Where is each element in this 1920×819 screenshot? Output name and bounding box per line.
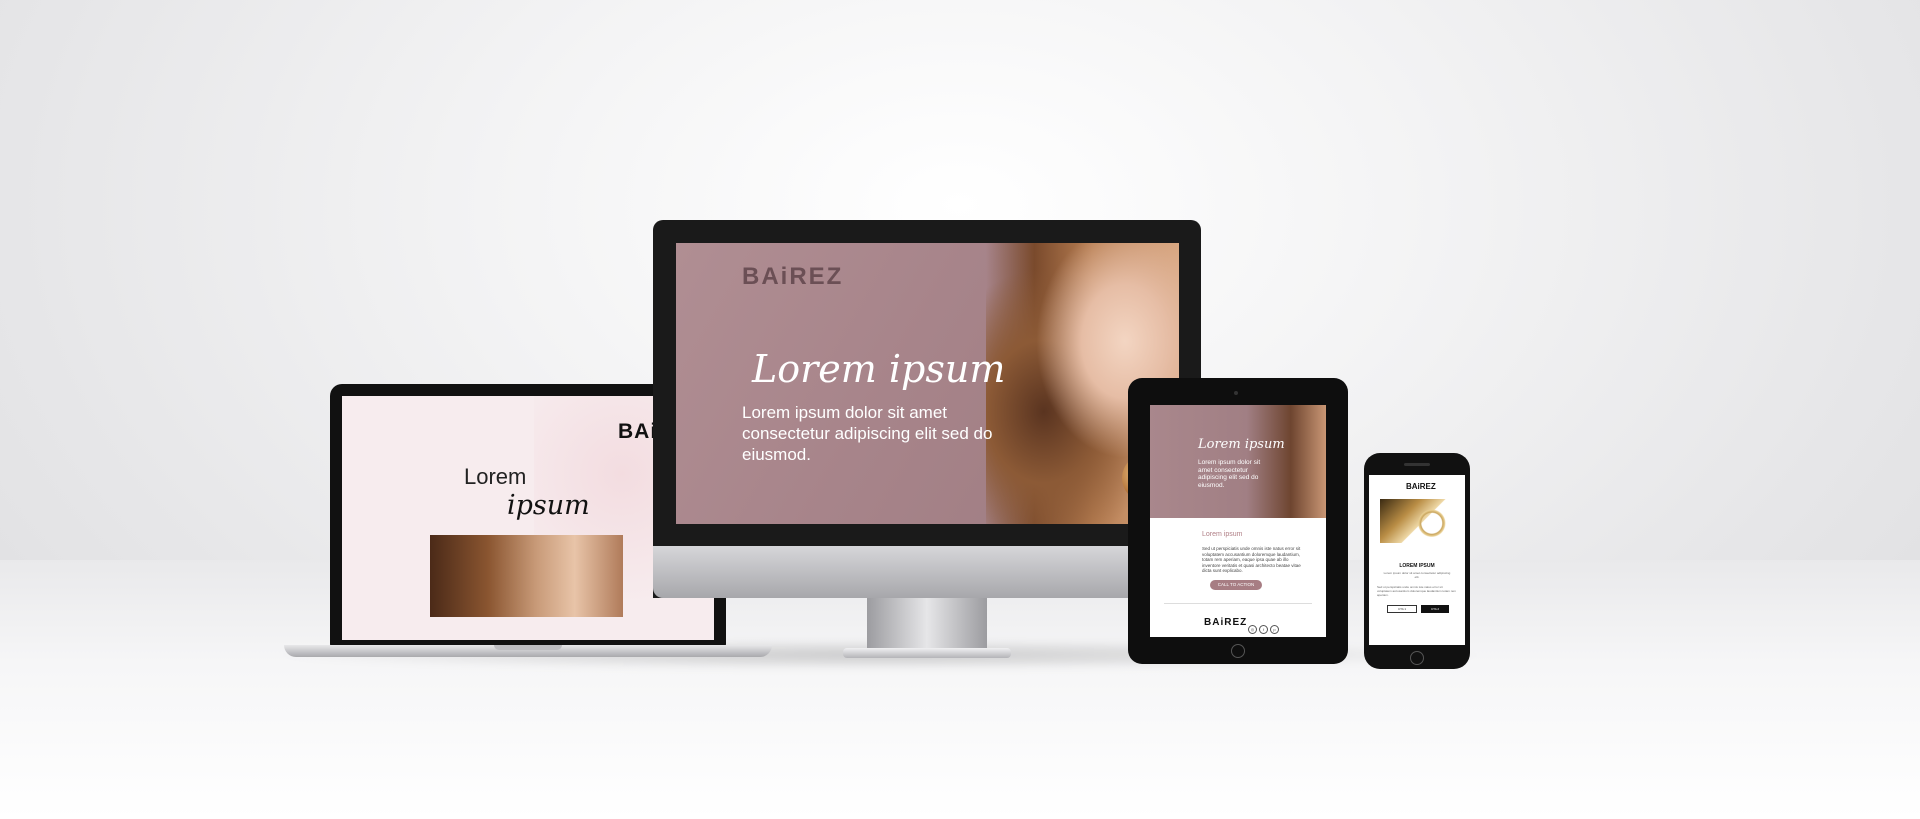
tablet-home-button (1231, 644, 1245, 658)
facebook-icon[interactable]: f (1259, 625, 1268, 634)
phone-title: LOREM IPSUM (1399, 563, 1435, 569)
phone-text: Lorem ipsum dolor sit amet consectetur a… (1383, 571, 1451, 579)
tablet-body-text: Sed ut perspiciatis unde omnis iste natu… (1202, 546, 1301, 573)
phone-cta-button-2[interactable]: CTA 2 (1421, 605, 1449, 613)
monitor-body-text: Lorem ipsum dolor sit amet consectetur a… (742, 403, 993, 464)
monitor-screen: BAiREZ Lorem ipsum Lorem ipsum dolor sit… (676, 243, 1179, 524)
monitor-stand-foot (843, 648, 1011, 658)
phone-logo: BAiREZ (1406, 482, 1436, 491)
monitor-chin (653, 546, 1201, 598)
tablet-screen: Lorem ipsum Lorem ipsum dolor sit amet c… (1150, 405, 1326, 637)
instagram-icon[interactable]: ◎ (1248, 625, 1257, 634)
phone-text-secondary: Sed ut perspiciatis unde omnis iste natu… (1377, 585, 1456, 597)
monitor-logo: BAiREZ (742, 263, 844, 290)
tablet-hero-text: Lorem ipsum dolor sit amet consectetur a… (1198, 459, 1261, 489)
monitor-script-heading: Lorem ipsum (752, 347, 1006, 391)
tablet-device: Lorem ipsum Lorem ipsum dolor sit amet c… (1128, 378, 1348, 664)
call-to-action-button[interactable]: CALL TO ACTION (1210, 580, 1262, 590)
laptop-device: BAi Lorem ipsum (284, 384, 772, 657)
phone-speaker (1404, 463, 1430, 466)
phone-home-button (1410, 651, 1424, 665)
laptop-heading: Lorem (464, 464, 527, 489)
monitor-stand-neck (867, 598, 987, 650)
tablet-script-heading: Lorem ipsum (1198, 437, 1285, 452)
laptop-notch (494, 645, 562, 650)
phone-device: BAiREZ LOREM IPSUM Lorem ipsum dolor sit… (1364, 453, 1470, 669)
laptop-hero-image (430, 535, 623, 617)
phone-cta-button-1[interactable]: CTA 1 (1387, 605, 1417, 613)
laptop-logo: BAi (618, 420, 658, 443)
tablet-divider (1164, 603, 1312, 604)
rings-image (1380, 499, 1454, 543)
desktop-monitor: BAiREZ Lorem ipsum Lorem ipsum dolor sit… (653, 220, 1201, 660)
tablet-subtitle: Lorem ipsum (1202, 531, 1243, 538)
social-icons: ◎ f p (1248, 618, 1281, 636)
phone-screen: BAiREZ LOREM IPSUM Lorem ipsum dolor sit… (1369, 475, 1465, 645)
tablet-footer-logo: BAiREZ (1204, 617, 1248, 628)
laptop-script-heading: ipsum (507, 490, 590, 521)
tablet-camera (1234, 391, 1238, 395)
pinterest-icon[interactable]: p (1270, 625, 1279, 634)
